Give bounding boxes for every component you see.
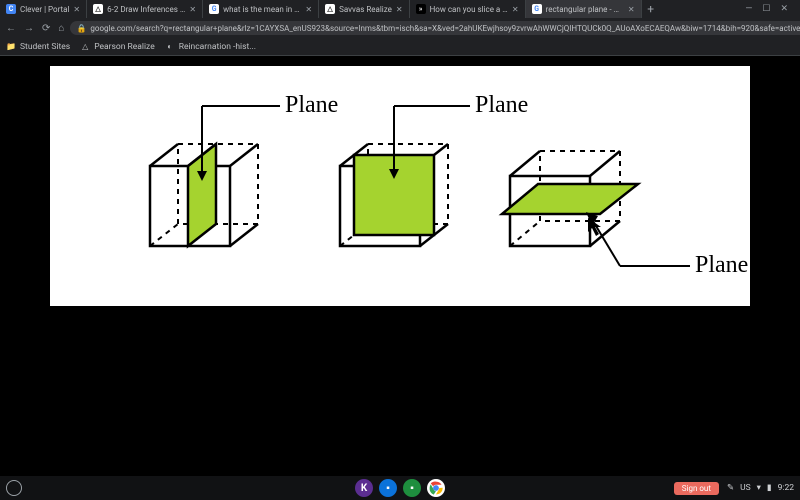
- pen-icon: ✎: [727, 483, 734, 493]
- tab-close-icon[interactable]: ✕: [189, 5, 196, 14]
- lock-icon: 🔒: [76, 24, 86, 33]
- tab-close-icon[interactable]: ✕: [628, 5, 635, 14]
- battery-icon: ▮: [767, 483, 772, 493]
- clock: 9:22: [778, 483, 794, 493]
- app-chrome-icon[interactable]: [427, 479, 445, 497]
- tab-strip: C Clever | Portal ✕ △ 6-2 Draw Inferences fr…: [0, 0, 800, 18]
- tab-title: Savvas Realize: [339, 5, 392, 14]
- launcher-icon[interactable]: [6, 480, 22, 496]
- tab-favicon: G: [209, 4, 219, 14]
- maximize-icon[interactable]: ☐: [762, 4, 770, 14]
- address-bar: ← → ⟳ ⌂ 🔒 google.com/search?q=rectangula…: [0, 18, 800, 38]
- bookmark-label: Pearson Realize: [94, 42, 155, 52]
- bookmark-icon: 📁: [6, 42, 16, 52]
- browser-tab[interactable]: Grectangular plane - Google Sear ✕: [526, 0, 642, 18]
- tab-title: what is the mean in math - Goog: [223, 5, 301, 14]
- tab-favicon: △: [93, 4, 103, 14]
- bookmark-item[interactable]: 📁 Student Sites: [6, 42, 70, 52]
- tab-close-icon[interactable]: ✕: [305, 5, 312, 14]
- tab-favicon: △: [325, 4, 335, 14]
- chromeos-shelf: K ▪ ▪ Sign out ✎ US ▾ ▮ 9:22: [0, 476, 800, 500]
- search-result-image[interactable]: Plane Plane: [50, 66, 750, 306]
- minimize-icon[interactable]: —: [745, 4, 752, 14]
- browser-tab[interactable]: » How can you slice a rectangula ✕: [410, 0, 526, 18]
- bookmark-icon: ◐: [165, 42, 175, 52]
- plane-label-1: Plane: [285, 92, 338, 118]
- browser-tab[interactable]: △ 6-2 Draw Inferences from Data ✕: [87, 0, 203, 18]
- bookmark-icon: △: [80, 42, 90, 52]
- planes-diagram: Plane Plane: [50, 66, 750, 306]
- tab-favicon: C: [6, 4, 16, 14]
- forward-icon[interactable]: →: [24, 23, 34, 34]
- tab-close-icon[interactable]: ✕: [396, 5, 403, 14]
- browser-tab[interactable]: △ Savvas Realize ✕: [319, 0, 409, 18]
- browser-chrome: C Clever | Portal ✕ △ 6-2 Draw Inferences fr…: [0, 0, 800, 56]
- bookmark-item[interactable]: △ Pearson Realize: [80, 42, 155, 52]
- content-area: Plane Plane: [0, 56, 800, 476]
- browser-tab[interactable]: C Clever | Portal ✕: [0, 0, 87, 18]
- app-classroom-icon[interactable]: ▪: [403, 479, 421, 497]
- tab-favicon: »: [416, 4, 426, 14]
- browser-tab[interactable]: Gwhat is the mean in math - Goog ✕: [203, 0, 319, 18]
- keyboard-layout: US: [740, 483, 751, 493]
- back-icon[interactable]: ←: [6, 23, 16, 34]
- tab-close-icon[interactable]: ✕: [73, 5, 80, 14]
- home-icon[interactable]: ⌂: [58, 23, 64, 34]
- omnibox[interactable]: 🔒 google.com/search?q=rectangular+plane&…: [70, 21, 800, 35]
- tab-title: Clever | Portal: [20, 5, 69, 14]
- window-controls: — ☐ ✕: [737, 0, 796, 18]
- status-tray[interactable]: ✎ US ▾ ▮ 9:22: [727, 483, 794, 493]
- close-window-icon[interactable]: ✕: [780, 4, 788, 14]
- bookmark-label: Student Sites: [20, 42, 70, 52]
- reload-icon[interactable]: ⟳: [42, 23, 50, 34]
- tab-title: How can you slice a rectangula: [430, 5, 508, 14]
- app-kami-icon[interactable]: K: [355, 479, 373, 497]
- tab-favicon: G: [532, 4, 542, 14]
- app-zoom-icon[interactable]: ▪: [379, 479, 397, 497]
- plane-label-2: Plane: [475, 92, 528, 118]
- bookmarks-bar: 📁 Student Sites △ Pearson Realize ◐ Reincarna…: [0, 38, 800, 56]
- bookmark-label: Reincarnation -hist...: [179, 42, 256, 52]
- wifi-icon: ▾: [757, 483, 761, 493]
- tab-title: rectangular plane - Google Sear: [546, 5, 624, 14]
- plane-label-3: Plane: [695, 252, 748, 278]
- tab-title: 6-2 Draw Inferences from Data: [107, 5, 185, 14]
- sign-out-button[interactable]: Sign out: [674, 482, 719, 495]
- new-tab-button[interactable]: +: [642, 0, 660, 18]
- url-text: google.com/search?q=rectangular+plane&rl…: [90, 24, 800, 33]
- bookmark-item[interactable]: ◐ Reincarnation -hist...: [165, 42, 256, 52]
- tab-close-icon[interactable]: ✕: [512, 5, 519, 14]
